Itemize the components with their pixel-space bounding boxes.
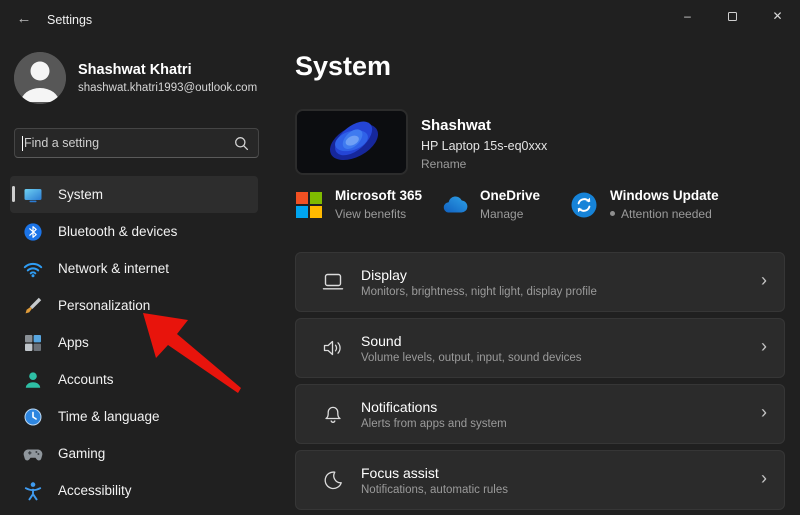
- sidebar-item-label: Accounts: [58, 372, 114, 387]
- sidebar-item-label: Personalization: [58, 298, 151, 313]
- clock-icon: [23, 407, 43, 427]
- profile-name: Shashwat Khatri: [78, 62, 192, 78]
- profile-card[interactable]: Shashwat Khatri shashwat.khatri1993@outl…: [14, 52, 257, 104]
- sidebar-item-label: Accessibility: [58, 483, 132, 498]
- sidebar-item-time-language[interactable]: Time & language: [10, 398, 258, 435]
- bell-icon: [321, 402, 345, 426]
- sidebar-item-bluetooth[interactable]: Bluetooth & devices: [10, 213, 258, 250]
- sidebar-item-personalization[interactable]: Personalization: [10, 287, 258, 324]
- sidebar-item-accessibility[interactable]: Accessibility: [10, 472, 258, 509]
- monitor-icon: [23, 185, 43, 205]
- apps-grid-icon: [23, 333, 43, 353]
- microsoft-logo-icon: [295, 191, 325, 221]
- accessibility-icon: [23, 481, 43, 501]
- sidebar: Shashwat Khatri shashwat.khatri1993@outl…: [0, 36, 285, 515]
- row-title: Notifications: [361, 398, 438, 415]
- row-subtitle: Monitors, brightness, night light, displ…: [361, 285, 597, 298]
- status-card-subtitle: View benefits: [335, 207, 407, 221]
- row-subtitle: Alerts from apps and system: [361, 417, 507, 430]
- moon-icon: [321, 468, 345, 492]
- page-title: System: [295, 51, 392, 81]
- status-card-subtitle: Attention needed: [610, 207, 719, 221]
- text-caret: [22, 136, 23, 151]
- status-card-title: Windows Update: [610, 188, 719, 203]
- back-icon[interactable]: ←: [13, 10, 35, 28]
- sidebar-item-label: Network & internet: [58, 261, 170, 276]
- attention-dot-icon: [610, 211, 615, 216]
- status-card-microsoft-365[interactable]: Microsoft 365 View benefits: [295, 188, 422, 221]
- profile-email: shashwat.khatri1993@outlook.com: [78, 82, 258, 94]
- status-card-title: OneDrive: [480, 188, 541, 203]
- sidebar-item-apps[interactable]: Apps: [10, 324, 258, 361]
- sidebar-nav: System Bluetooth & devices Network & int…: [10, 176, 258, 509]
- sidebar-item-label: Gaming: [58, 446, 106, 461]
- sidebar-item-label: Time & language: [58, 409, 160, 424]
- paintbrush-icon: [23, 296, 43, 316]
- chevron-right-icon: ›: [761, 335, 767, 356]
- sidebar-item-system[interactable]: System: [10, 176, 258, 213]
- chevron-right-icon: ›: [761, 467, 767, 488]
- rename-link[interactable]: Rename: [421, 157, 547, 171]
- sidebar-item-network[interactable]: Network & internet: [10, 250, 258, 287]
- row-title: Focus assist: [361, 464, 439, 481]
- gamepad-icon: [23, 444, 43, 464]
- chevron-right-icon: ›: [761, 401, 767, 422]
- status-card-subtitle: Manage: [480, 207, 524, 221]
- speaker-icon: [321, 336, 345, 360]
- status-card-windows-update[interactable]: Windows Update Attention needed: [570, 188, 719, 221]
- sidebar-item-label: System: [58, 187, 104, 202]
- status-card-title: Microsoft 365: [335, 188, 423, 203]
- row-subtitle: Volume levels, output, input, sound devi…: [361, 351, 582, 364]
- settings-row-display[interactable]: Display Monitors, brightness, night ligh…: [295, 252, 785, 312]
- bluetooth-icon: [23, 222, 43, 242]
- settings-row-focus-assist[interactable]: Focus assist Notifications, automatic ru…: [295, 450, 785, 510]
- onedrive-cloud-icon: [440, 191, 470, 221]
- sidebar-item-label: Apps: [58, 335, 89, 350]
- laptop-display-icon: [321, 270, 345, 294]
- settings-row-notifications[interactable]: Notifications Alerts from apps and syste…: [295, 384, 785, 444]
- search-box[interactable]: [14, 128, 259, 158]
- person-icon: [23, 370, 43, 390]
- wifi-icon: [23, 259, 43, 279]
- search-input[interactable]: [24, 129, 224, 157]
- sidebar-item-label: Bluetooth & devices: [58, 224, 178, 239]
- settings-row-sound[interactable]: Sound Volume levels, output, input, soun…: [295, 318, 785, 378]
- row-subtitle: Notifications, automatic rules: [361, 483, 509, 496]
- sidebar-item-accounts[interactable]: Accounts: [10, 361, 258, 398]
- status-card-onedrive[interactable]: OneDrive Manage: [440, 188, 540, 221]
- device-model: HP Laptop 15s-eq0xxx: [421, 139, 548, 153]
- device-card: Shashwat HP Laptop 15s-eq0xxx Rename: [295, 109, 547, 175]
- row-title: Sound: [361, 332, 402, 349]
- app-title: Settings: [47, 13, 93, 27]
- main-content: System Shashwat HP Laptop 15s-eq0xxx Ren…: [295, 0, 785, 515]
- search-icon: [234, 136, 249, 156]
- chevron-right-icon: ›: [761, 269, 767, 290]
- windows-update-icon: [570, 191, 600, 221]
- device-name: Shashwat: [421, 117, 492, 134]
- avatar: [14, 52, 66, 104]
- row-title: Display: [361, 266, 407, 283]
- device-thumbnail: [295, 109, 408, 175]
- sidebar-item-gaming[interactable]: Gaming: [10, 435, 258, 472]
